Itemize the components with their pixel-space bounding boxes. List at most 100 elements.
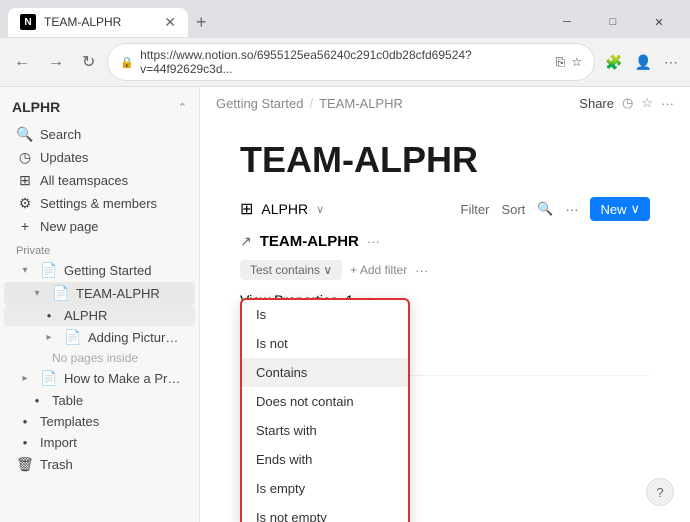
sidebar-header: ALPHR ⌃ (0, 95, 199, 119)
lock-icon: 🔒 (120, 56, 134, 69)
filter-more-button[interactable]: ··· (415, 263, 428, 278)
sidebar-item-updates[interactable]: ◷ Updates (4, 146, 195, 169)
active-tab[interactable]: N TEAM-ALPHR ✕ (8, 8, 188, 37)
sidebar-settings-label: Settings & members (40, 196, 183, 211)
bullet-icon: ● (40, 311, 58, 320)
workspace-chevron-icon: ⌃ (178, 101, 187, 114)
workspace-name: ALPHR (12, 99, 60, 115)
database-icon: ⊞ (240, 199, 253, 219)
page-title: TEAM-ALPHR (240, 139, 650, 181)
sidebar-item-newpage[interactable]: + New page (4, 215, 195, 237)
add-filter-button[interactable]: + Add filter (350, 263, 407, 277)
sidebar-section-private: Private (0, 237, 199, 259)
more-options-button[interactable]: ··· (565, 202, 578, 217)
sidebar-templates-label: Templates (40, 414, 183, 429)
tab-favicon: N (20, 14, 36, 30)
filter-dropdown-menu: Is Is not Contains Does not contain Star… (240, 298, 410, 522)
dropdown-item-endswith[interactable]: Ends with (242, 445, 408, 474)
sort-button[interactable]: Sort (501, 202, 525, 217)
bullet-icon: ● (16, 417, 34, 426)
bullet-icon: ● (28, 396, 46, 405)
back-button[interactable]: ← (8, 49, 36, 75)
new-record-button[interactable]: New ∨ (590, 197, 650, 221)
bullet-icon: ● (16, 438, 34, 447)
sidebar-item-getting-started[interactable]: ▾ 📄 Getting Started (4, 259, 195, 282)
sidebar-item-import[interactable]: ● Import (4, 432, 195, 453)
breadcrumb-path: Getting Started / TEAM-ALPHR (216, 96, 403, 111)
menu-button[interactable]: ⋯ (660, 50, 682, 75)
new-tab-button[interactable]: + (188, 8, 215, 37)
url-text: https://www.notion.so/6955125ea56240c291… (140, 48, 550, 76)
sidebar-item-templates[interactable]: ● Templates (4, 411, 195, 432)
breadcrumb-team-alphr[interactable]: TEAM-ALPHR (319, 96, 403, 111)
sidebar-progress-label: How to Make a Progres... (64, 371, 183, 386)
sidebar-getting-started-label: Getting Started (64, 263, 183, 278)
extensions-button[interactable]: 🧩 (601, 50, 626, 75)
maximize-button[interactable]: □ (590, 6, 636, 38)
newpage-icon: + (16, 218, 34, 234)
window-controls: ─ □ ✕ (544, 6, 682, 38)
close-button[interactable]: ✕ (636, 6, 682, 38)
search-button[interactable]: 🔍 (537, 201, 553, 217)
breadcrumb-getting-started[interactable]: Getting Started (216, 96, 303, 111)
dropdown-item-isnot[interactable]: Is not (242, 329, 408, 358)
sidebar-updates-label: Updates (40, 150, 183, 165)
sidebar-item-trash[interactable]: 🗑 Trash (4, 453, 195, 476)
view-link-icon: ↗ (240, 233, 252, 250)
trash-icon: 🗑 (16, 456, 34, 473)
history-icon[interactable]: ◷ (622, 95, 633, 111)
sidebar-item-progress[interactable]: ▸ 📄 How to Make a Progres... (4, 367, 195, 390)
profile-button[interactable]: 👤 (631, 50, 656, 75)
star-icon[interactable]: ☆ (641, 95, 653, 111)
browser-chrome: N TEAM-ALPHR ✕ + ─ □ ✕ ← → ↻ 🔒 https://w… (0, 0, 690, 87)
page-icon: 📄 (52, 285, 70, 302)
browser-actions: 🧩 👤 ⋯ (601, 50, 682, 75)
sidebar-search-label: Search (40, 127, 183, 142)
sidebar-item-table[interactable]: ● Table (4, 390, 195, 411)
sidebar: ALPHR ⌃ 🔍 Search ◷ Updates ⊞ All teamspa… (0, 87, 200, 522)
sidebar-table-label: Table (52, 393, 183, 408)
sidebar-item-adding-pictures[interactable]: ▸ 📄 Adding Pictures to Yo... (4, 326, 195, 349)
dropdown-item-isnotempty[interactable]: Is not empty (242, 503, 408, 522)
chevron-right-icon: ▸ (16, 373, 34, 384)
address-bar: ← → ↻ 🔒 https://www.notion.so/6955125ea5… (0, 38, 690, 86)
more-icon[interactable]: ··· (661, 96, 674, 111)
filter-dropdown-overlay: Is Is not Contains Does not contain Star… (240, 298, 410, 522)
minimize-button[interactable]: ─ (544, 6, 590, 38)
sidebar-item-team-alphr[interactable]: ▾ 📄 TEAM-ALPHR (4, 282, 195, 305)
breadcrumb-separator: / (309, 96, 313, 111)
database-actions: Filter Sort 🔍 ··· New ∨ (461, 197, 650, 221)
main-content: Getting Started / TEAM-ALPHR Share ◷ ☆ ·… (200, 87, 690, 522)
dropdown-item-is[interactable]: Is (242, 300, 408, 329)
database-header: ⊞ ALPHR ∨ Filter Sort 🔍 ··· New ∨ (240, 197, 650, 221)
share-button[interactable]: Share (579, 96, 614, 111)
chevron-right-icon: ▸ (40, 332, 58, 343)
chevron-down-icon: ▾ (16, 265, 34, 276)
database-chevron-icon[interactable]: ∨ (316, 203, 324, 216)
sidebar-item-teamspaces[interactable]: ⊞ All teamspaces (4, 169, 195, 192)
breadcrumb: Getting Started / TEAM-ALPHR Share ◷ ☆ ·… (200, 87, 690, 119)
help-button[interactable]: ? (646, 478, 674, 506)
url-bar[interactable]: 🔒 https://www.notion.so/6955125ea56240c2… (107, 43, 595, 81)
sidebar-item-settings[interactable]: ⚙ Settings & members (4, 192, 195, 215)
filter-chip[interactable]: Test contains ∨ (240, 260, 342, 280)
sidebar-item-search[interactable]: 🔍 Search (4, 123, 195, 146)
tab-close-button[interactable]: ✕ (164, 14, 176, 31)
new-arrow-icon: ∨ (630, 201, 640, 217)
view-name[interactable]: TEAM-ALPHR (260, 233, 359, 250)
dropdown-item-isempty[interactable]: Is empty (242, 474, 408, 503)
page-icon: 📄 (64, 329, 82, 346)
dropdown-item-doesnotcontain[interactable]: Does not contain (242, 387, 408, 416)
view-title-row: ↗ TEAM-ALPHR ··· (240, 233, 650, 250)
dropdown-item-startswith[interactable]: Starts with (242, 416, 408, 445)
sidebar-item-alphr[interactable]: ● ALPHR (4, 305, 195, 326)
dropdown-item-contains[interactable]: Contains (242, 358, 408, 387)
new-label: New (600, 202, 626, 217)
forward-button[interactable]: → (42, 49, 70, 75)
database-name[interactable]: ALPHR (261, 201, 308, 217)
view-more-button[interactable]: ··· (367, 234, 380, 249)
reload-button[interactable]: ↻ (76, 48, 101, 76)
filter-chip-label: Test contains ∨ (250, 263, 332, 277)
page-content: TEAM-ALPHR ⊞ ALPHR ∨ Filter Sort 🔍 ··· N… (200, 119, 690, 522)
filter-button[interactable]: Filter (461, 202, 490, 217)
